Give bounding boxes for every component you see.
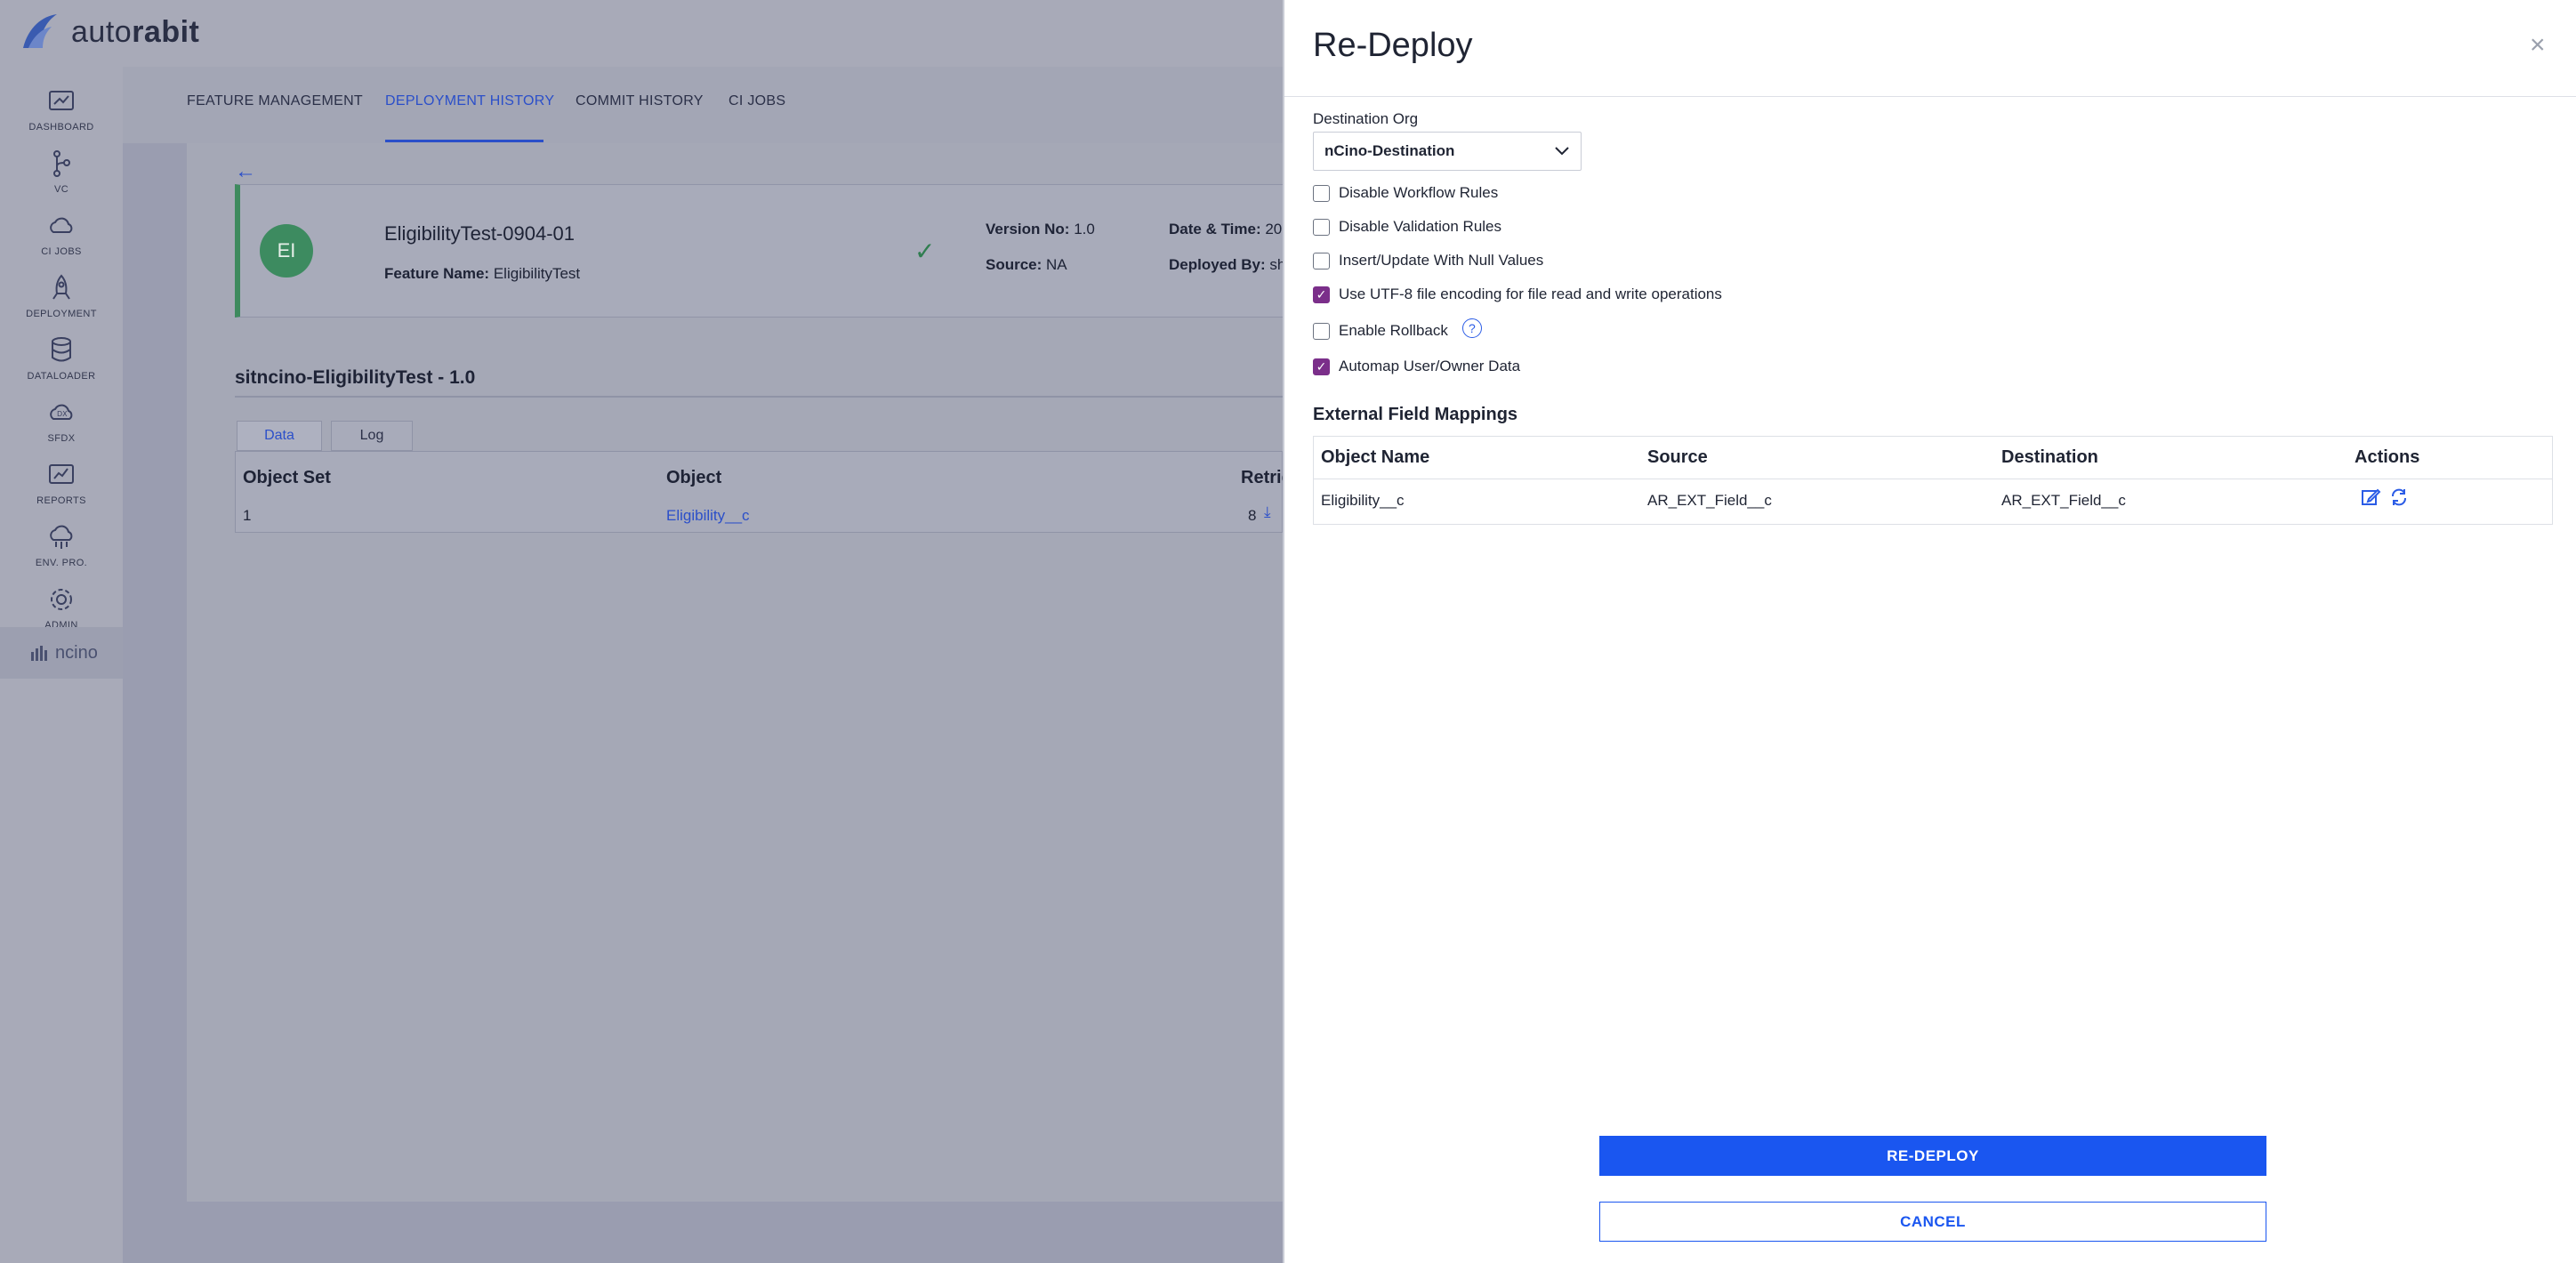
bar-chart-icon [31,646,47,661]
mapping-object-name: Eligibility__c [1321,492,1405,509]
download-icon[interactable]: ⤓ [1264,503,1271,521]
sidebar-item-ncino[interactable]: ncino [0,627,123,679]
sidebar-item-dataloader[interactable]: DATALOADER [0,323,123,382]
sidebar-item-vc[interactable]: VC [0,136,123,195]
sidebar: DASHBOARD VC CI JOBS DEPLOYMENT DATALOAD… [0,67,123,1263]
tab-deployment-history[interactable]: DEPLOYMENT HISTORY [385,93,554,109]
gear-icon [51,589,72,610]
column-object-name: Object Name [1321,447,1430,467]
redeploy-button[interactable]: RE-DEPLOY [1599,1136,2266,1176]
rocket-icon [52,274,70,300]
tab-commit-history[interactable]: COMMIT HISTORY [576,93,704,109]
dashboard-icon [49,91,74,110]
option-utf8-encoding: Use UTF-8 file encoding for file read an… [1313,286,1722,303]
option-disable-workflow-rules: Disable Workflow Rules [1313,184,1498,202]
deployed-by: Deployed By: shi [1169,256,1290,273]
help-icon[interactable]: ? [1461,318,1482,338]
destination-org-select[interactable]: nCino-Destination [1313,132,1582,171]
column-actions: Actions [2355,447,2420,467]
column-object-set: Object Set [243,468,331,487]
date-time: Date & Time: 202 [1169,221,1291,237]
destination-org-label: Destination Org [1313,110,1419,127]
sidebar-item-deployment[interactable]: DEPLOYMENT [0,261,123,319]
checkbox-insert-update-null[interactable] [1313,252,1330,269]
sidebar-item-dashboard[interactable]: DASHBOARD [0,74,123,133]
checkbox-enable-rollback[interactable] [1313,322,1330,340]
deployment-summary-card: EI EligibilityTest-0904-01 Feature Name:… [235,184,1291,318]
branch-icon [53,150,70,177]
svg-text:DX: DX [57,410,68,418]
sidebar-item-ci-jobs[interactable]: CI JOBS [0,198,123,257]
app-brand: autorabit [71,14,200,49]
chevron-down-icon [1555,147,1569,156]
option-enable-rollback: Enable Rollback ? [1313,318,1482,340]
edit-icon[interactable] [2360,487,2381,508]
sidebar-item-reports[interactable]: REPORTS [0,447,123,506]
deployment-detail-title: sitncino-EligibilityTest - 1.0 [235,367,476,388]
close-icon[interactable]: × [2530,30,2546,60]
main-area: FEATURE MANAGEMENT DEPLOYMENT HISTORY CO… [123,67,1292,1263]
success-check-icon: ✓ [914,237,936,265]
version-number: Version No: 1.0 [986,221,1095,237]
avatar: EI [260,224,313,278]
refresh-icon[interactable] [2388,487,2410,508]
sidebar-item-admin[interactable]: ADMIN [0,572,123,631]
destination-org-value: nCino-Destination [1324,142,1455,159]
cloud-icon [50,217,73,233]
cell-retrieved: 8 [1248,507,1257,524]
option-insert-update-null: Insert/Update With Null Values [1313,252,1543,269]
mapping-source: AR_EXT_Field__c [1647,492,1772,509]
sidebar-item-env-pro[interactable]: ENV. PRO. [0,510,123,568]
column-destination: Destination [2001,447,2098,467]
column-object: Object [666,468,722,487]
divider [235,396,1283,398]
database-icon [52,337,71,362]
tab-ci-jobs[interactable]: CI JOBS [729,93,785,109]
reports-icon [49,464,74,484]
cancel-button[interactable]: CANCEL [1599,1202,2266,1242]
source-value: Source: NA [986,256,1067,273]
option-disable-validation-rules: Disable Validation Rules [1313,218,1501,236]
column-source: Source [1647,447,1708,467]
content-panel: ← EI EligibilityTest-0904-01 Feature Nam… [187,143,1292,1202]
app-logo[interactable]: autorabit [16,9,199,55]
sidebar-item-sfdx[interactable]: DX SFDX [0,385,123,444]
tab-feature-management[interactable]: FEATURE MANAGEMENT [187,93,363,109]
object-link[interactable]: Eligibility__c [666,507,750,525]
option-automap-user-owner: Automap User/Owner Data [1313,358,1520,375]
autorabit-logo-icon [23,14,57,48]
modal-header-divider [1284,96,2576,97]
checkbox-disable-validation-rules[interactable] [1313,218,1330,236]
checkbox-utf8-encoding[interactable] [1313,286,1330,303]
back-arrow-icon[interactable]: ← [235,159,256,184]
env-icon [50,525,73,549]
cell-object-set: 1 [243,507,252,524]
deployment-title: EligibilityTest-0904-01 [384,222,575,245]
redeploy-modal: Re-Deploy × Destination Org nCino-Destin… [1283,0,2576,1263]
checkbox-automap-user-owner[interactable] [1313,358,1330,375]
object-table: Object Set Object Retrie 1 Eligibility__… [235,451,1292,533]
tab-log[interactable]: Log [331,421,413,451]
modal-title: Re-Deploy [1313,27,1473,64]
dx-cloud-icon: DX [50,404,73,420]
active-tab-indicator [385,140,543,142]
tab-bar: FEATURE MANAGEMENT DEPLOYMENT HISTORY CO… [123,67,1283,143]
mappings-table-header: Object Name Source Destination Actions [1314,437,2552,479]
mappings-table: Object Name Source Destination Actions E… [1313,436,2553,525]
checkbox-disable-workflow-rules[interactable] [1313,184,1330,202]
external-field-mappings-title: External Field Mappings [1313,405,1518,424]
feature-name: Feature Name: EligibilityTest [384,265,581,282]
mapping-destination: AR_EXT_Field__c [2001,492,2126,509]
tab-data[interactable]: Data [237,421,322,451]
